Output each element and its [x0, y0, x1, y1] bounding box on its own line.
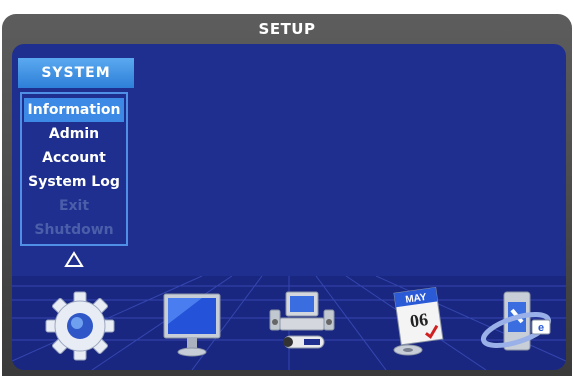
system-submenu: Information Admin Account System Log Exi…: [20, 92, 128, 246]
category-icon-bar: MAY 06 e: [12, 280, 566, 366]
menu-item-exit: Exit: [58, 198, 90, 214]
menu-item-shutdown: Shutdown: [34, 222, 114, 238]
menu-item-admin[interactable]: Admin: [22, 122, 126, 146]
computer-devices-icon[interactable]: [262, 280, 342, 366]
svg-text:e: e: [538, 322, 544, 334]
setup-panel: SYSTEM Information Admin Account System …: [12, 44, 566, 370]
menu-item-information[interactable]: Information: [24, 98, 124, 122]
menu-header-system[interactable]: SYSTEM: [18, 58, 134, 88]
monitor-icon[interactable]: [152, 280, 232, 366]
menu-item-system-log[interactable]: System Log: [22, 170, 126, 194]
window-title: SETUP: [258, 20, 316, 38]
up-triangle-icon[interactable]: [64, 250, 84, 270]
gear-icon[interactable]: [40, 280, 120, 366]
calendar-day: 06: [409, 309, 430, 331]
menu-item-account[interactable]: Account: [22, 146, 126, 170]
setup-window: SETUP SYSTEM Information Admin Account S…: [2, 14, 572, 376]
network-icon[interactable]: e: [478, 280, 558, 366]
calendar-icon[interactable]: MAY 06: [380, 280, 460, 366]
